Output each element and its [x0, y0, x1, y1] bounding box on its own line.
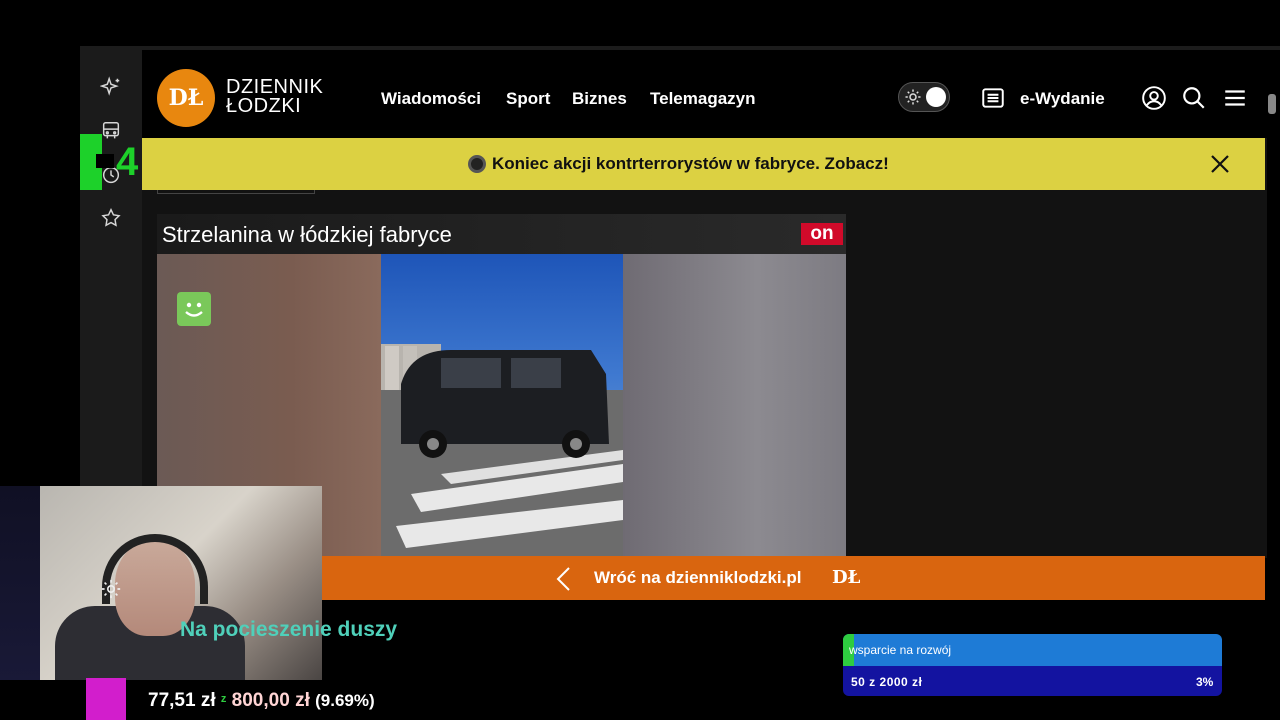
breaking-news-bar[interactable]: Koniec akcji kontrterrorystów w fabryce.… — [142, 138, 1265, 190]
stream-caption: Na pocieszenie duszy — [180, 618, 398, 641]
webcam-feed — [40, 486, 322, 680]
tab-outline — [157, 190, 315, 194]
sparkle-star-icon[interactable] — [98, 74, 124, 100]
donation-current: 77,51 zł — [148, 690, 216, 711]
news-site: DŁ DZIENNIK ŁODZKI Wiadomości Sport Bizn… — [142, 58, 1267, 558]
donation-goal-widget: wsparcie na rozwój 50 z 2000 zł 3% — [843, 634, 1222, 696]
brand-line-2: ŁODZKI — [226, 95, 302, 117]
nav-item-sport[interactable]: Sport — [506, 89, 550, 109]
video-title: Strzelanina w łódzkiej fabryce — [162, 222, 452, 247]
goal-label: wsparcie na rozwój — [849, 643, 952, 657]
live-dot-icon — [468, 155, 486, 173]
alert-overlay-block — [86, 678, 126, 720]
stream-overlay-glyph: 4 — [80, 134, 142, 190]
video-title-bar: Strzelanina w łódzkiej fabryce on — [157, 214, 846, 254]
back-bar-logo: DŁ — [832, 567, 861, 588]
menu-icon[interactable] — [1222, 85, 1248, 116]
browser-side-rail — [80, 50, 142, 500]
nav-item-biznes[interactable]: Biznes — [572, 89, 627, 109]
video-frame — [381, 254, 623, 558]
chevron-left-icon[interactable] — [554, 566, 574, 597]
close-icon[interactable] — [1208, 152, 1232, 176]
nav-item-telemagazyn[interactable]: Telemagazyn — [650, 89, 756, 109]
smile-icon — [177, 292, 211, 326]
user-account-icon[interactable] — [1141, 85, 1167, 116]
back-to-site-link[interactable]: Wróć na dzienniklodzki.pl — [594, 568, 802, 588]
theme-toggle-knob — [926, 87, 946, 107]
donation-percent: (9.69%) — [315, 691, 375, 710]
theme-toggle[interactable] — [898, 82, 950, 112]
search-icon[interactable] — [1181, 85, 1207, 116]
donation-target: 800,00 zł — [231, 690, 310, 711]
goal-amounts: 50 z 2000 zł — [851, 675, 923, 689]
e-edition-link[interactable]: e-Wydanie — [1020, 89, 1105, 109]
nav-item-wiadomosci[interactable]: Wiadomości — [381, 89, 481, 109]
goal-percent: 3% — [1196, 675, 1214, 689]
site-logo[interactable]: DŁ — [157, 69, 215, 127]
back-to-site-bar[interactable]: Wróć na dzienniklodzki.pl DŁ — [322, 556, 1265, 600]
favorite-star-icon[interactable] — [98, 205, 124, 231]
overlay-digit: 4 — [116, 140, 139, 184]
goal-header: wsparcie na rozwój — [843, 634, 1222, 666]
currency-icon: z — [220, 693, 227, 705]
browser-toolbar-edge — [80, 46, 1280, 50]
site-brand[interactable]: DZIENNIK ŁODZKI — [226, 77, 323, 117]
scrollbar-thumb[interactable] — [1268, 94, 1276, 114]
newspaper-icon[interactable] — [980, 85, 1006, 111]
breaking-news-text[interactable]: Koniec akcji kontrterrorystów w fabryce.… — [492, 154, 889, 174]
goal-footer: 50 z 2000 zł 3% — [843, 666, 1222, 696]
channel-badge: on — [801, 223, 843, 245]
webcam-side-strip — [0, 486, 40, 680]
video-blurred-right — [623, 254, 846, 558]
settings-gear-icon — [100, 578, 122, 605]
site-header: DŁ DZIENNIK ŁODZKI Wiadomości Sport Bizn… — [142, 58, 1267, 138]
donation-counter: 77,51 zł z 800,00 zł (9.69%) — [148, 690, 375, 712]
